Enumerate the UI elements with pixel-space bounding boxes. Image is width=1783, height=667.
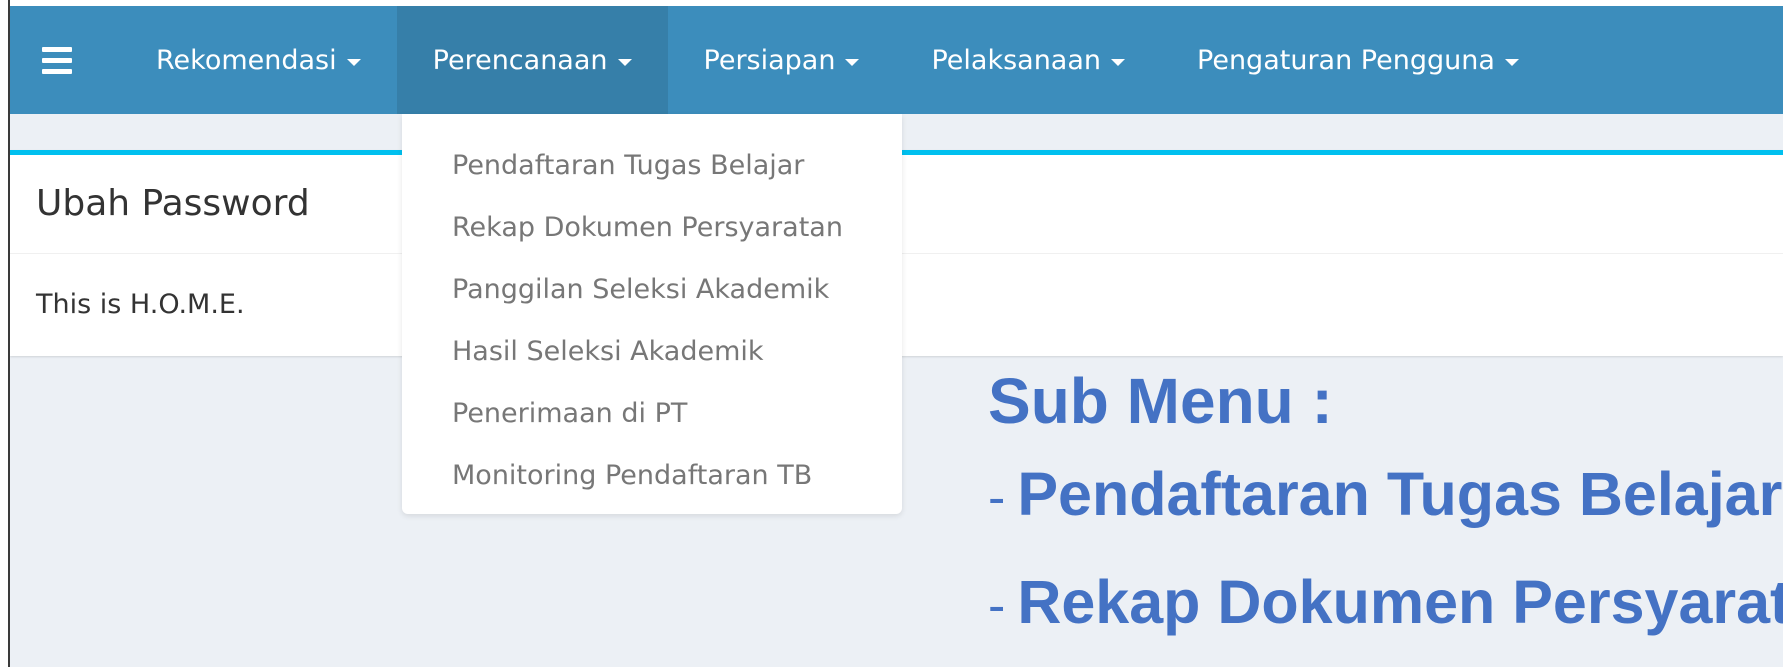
nav-menu-pengaturan-pengguna[interactable]: Pengaturan Pengguna (1161, 6, 1555, 114)
nav-menu-label: Pelaksanaan (931, 44, 1102, 76)
dropdown-item-hasil-seleksi-akademik[interactable]: Hasil Seleksi Akademik (402, 320, 902, 382)
nav-menu-pelaksanaan[interactable]: Pelaksanaan (895, 6, 1161, 114)
nav-menu-label: Rekomendasi (156, 44, 337, 76)
annotation-line: - Rekap Dokumen Persyaratan (988, 550, 1783, 658)
nav-menu-persiapan[interactable]: Persiapan (668, 6, 896, 114)
dropdown-item-panggilan-seleksi-akademik[interactable]: Panggilan Seleksi Akademik (402, 258, 902, 320)
perencanaan-dropdown-menu: Pendaftaran Tugas Belajar Rekap Dokumen … (402, 114, 902, 514)
caret-down-icon (1504, 58, 1519, 66)
caret-down-icon (845, 58, 860, 66)
nav-menu-label: Pengaturan Pengguna (1197, 44, 1495, 76)
caret-down-icon (617, 58, 632, 66)
main-navbar: Rekomendasi Perencanaan Persiapan Pelaks… (8, 6, 1783, 114)
dropdown-item-rekap-dokumen-persyaratan[interactable]: Rekap Dokumen Persyaratan (402, 196, 902, 258)
nav-menu-label: Perencanaan (432, 44, 608, 76)
annotation-text: Pendaftaran Tugas Belajar (1017, 460, 1783, 528)
sidebar-toggle-button[interactable] (8, 6, 106, 114)
left-border-line (8, 0, 10, 667)
dropdown-item-penerimaan-di-pt[interactable]: Penerimaan di PT (402, 382, 902, 444)
annotation-title: Sub Menu : (988, 365, 1333, 437)
annotation-line: - Pendaftaran Tugas Belajar (988, 442, 1783, 550)
hamburger-icon (42, 46, 72, 74)
annotation-dash: - (988, 469, 1006, 527)
dropdown-item-monitoring-pendaftaran-tb[interactable]: Monitoring Pendaftaran TB (402, 444, 902, 506)
submenu-annotation: Sub Menu : - Pendaftaran Tugas Belajar -R… (988, 360, 1783, 658)
dropdown-item-pendaftaran-tugas-belajar[interactable]: Pendaftaran Tugas Belajar (402, 134, 902, 196)
box-body-text: This is H.O.M.E. (36, 289, 245, 320)
nav-menu-rekomendasi[interactable]: Rekomendasi (106, 6, 397, 114)
nav-menu-label: Persiapan (703, 44, 836, 76)
annotation-dash: - (988, 577, 1006, 635)
caret-down-icon (346, 58, 361, 66)
left-margin (0, 0, 8, 667)
nav-menu-perencanaan[interactable]: Perencanaan (396, 6, 668, 114)
box-title: Ubah Password (36, 183, 310, 224)
caret-down-icon (1111, 58, 1126, 66)
annotation-text: Rekap Dokumen Persyaratan (1017, 568, 1783, 636)
